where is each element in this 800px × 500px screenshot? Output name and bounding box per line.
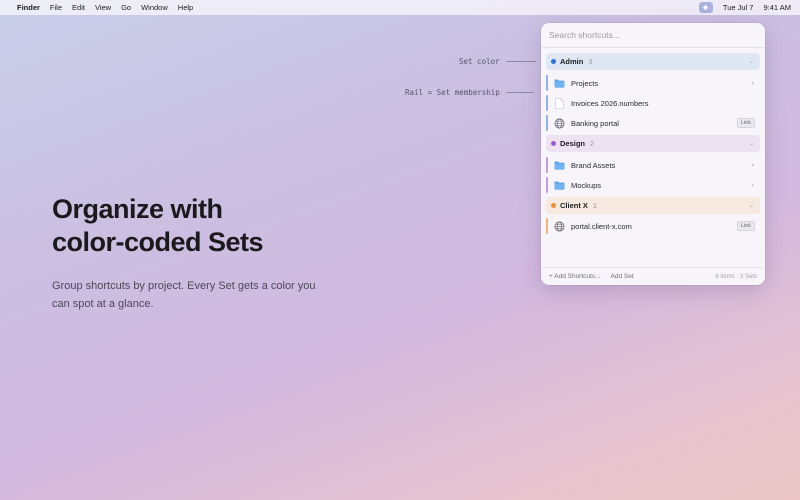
- set-count: 3: [588, 57, 593, 66]
- add-shortcuts-button[interactable]: + Add Shortcuts...: [549, 273, 601, 280]
- folder-icon: [554, 180, 565, 191]
- summary-count: 6 items · 3 Sets: [715, 273, 757, 280]
- menu-file[interactable]: File: [50, 3, 62, 12]
- menu-go[interactable]: Go: [121, 3, 131, 12]
- callout-set-color-label: Set color: [459, 57, 500, 66]
- hero-subtitle: Group shortcuts by project. Every Set ge…: [52, 280, 316, 310]
- set-color-dot-icon: [551, 203, 556, 208]
- chevron-down-icon[interactable]: ⌄: [749, 202, 754, 209]
- item-label: Mockups: [571, 180, 602, 190]
- list-item-client-portal[interactable]: portal.client-x.com Link: [546, 216, 760, 236]
- set-rail: [546, 218, 548, 234]
- link-badge: Link: [736, 118, 755, 128]
- set-rail: [546, 95, 548, 111]
- menu-app-finder[interactable]: Finder: [17, 3, 40, 12]
- folder-icon: [554, 78, 565, 89]
- menu-bar-menus: Finder File Edit View Go Window Help: [8, 3, 193, 12]
- menubar-date[interactable]: Tue Jul 7: [723, 3, 754, 12]
- shortcuts-status-icon[interactable]: [698, 2, 713, 13]
- set-header-admin[interactable]: Admin 3 ⌄: [546, 53, 760, 70]
- link-badge: Link: [736, 221, 755, 231]
- search-input[interactable]: [549, 28, 749, 42]
- shortcuts-popover: Admin 3 ⌄ Projects › Invoices 2026.numbe…: [541, 23, 765, 285]
- menu-view[interactable]: View: [95, 3, 111, 12]
- callout-rail: Rail = Set membership: [405, 88, 534, 97]
- set-header-client-x[interactable]: Client X 1 ⌄: [546, 197, 760, 214]
- menu-help[interactable]: Help: [178, 3, 193, 12]
- set-count: 2: [590, 139, 595, 148]
- globe-icon: [554, 221, 565, 232]
- list-item-banking-portal[interactable]: Banking portal Link: [546, 113, 760, 133]
- chevron-right-icon[interactable]: ›: [752, 182, 754, 189]
- set-name: Design: [560, 139, 586, 148]
- item-label: Brand Assets: [571, 160, 616, 170]
- folder-icon: [554, 160, 565, 171]
- set-name: Admin: [560, 57, 584, 66]
- set-rail: [546, 177, 548, 193]
- hero-title: Organize with color-coded Sets: [52, 193, 372, 259]
- chevron-right-icon[interactable]: ›: [752, 80, 754, 87]
- item-label: Banking portal: [571, 118, 619, 128]
- document-icon: [554, 97, 565, 109]
- chevron-down-icon[interactable]: ⌄: [749, 58, 754, 65]
- set-rail: [546, 75, 548, 91]
- add-set-button[interactable]: Add Set: [611, 273, 634, 280]
- menubar-time[interactable]: 9:41 AM: [763, 3, 791, 12]
- set-header-design[interactable]: Design 2 ⌄: [546, 135, 760, 152]
- popover-footer: + Add Shortcuts... Add Set 6 items · 3 S…: [541, 267, 765, 285]
- set-rail: [546, 115, 548, 131]
- list-item-mockups[interactable]: Mockups ›: [546, 175, 760, 195]
- item-label: portal.client-x.com: [571, 221, 632, 231]
- menu-bar: Finder File Edit View Go Window Help Tue…: [0, 0, 800, 15]
- chevron-right-icon[interactable]: ›: [752, 162, 754, 169]
- item-label: Invoices 2026.numbers: [571, 98, 649, 108]
- set-name: Client X: [560, 201, 588, 210]
- callout-set-color-line: [505, 61, 536, 62]
- set-rail: [546, 157, 548, 173]
- callout-set-color: Set color: [459, 57, 536, 66]
- list-item-invoices[interactable]: Invoices 2026.numbers: [546, 93, 760, 113]
- menu-window[interactable]: Window: [141, 3, 168, 12]
- item-label: Projects: [571, 78, 599, 88]
- set-color-dot-icon: [551, 141, 556, 146]
- list-item-projects[interactable]: Projects ›: [546, 73, 760, 93]
- callout-rail-line: [505, 92, 534, 93]
- set-color-dot-icon: [551, 59, 556, 64]
- callout-rail-label: Rail = Set membership: [405, 88, 500, 97]
- chevron-down-icon[interactable]: ⌄: [749, 140, 754, 147]
- list-item-brand-assets[interactable]: Brand Assets ›: [546, 155, 760, 175]
- set-count: 1: [592, 201, 598, 210]
- search-bar: [541, 23, 765, 48]
- globe-icon: [554, 118, 565, 129]
- hero-title-line-1: Organize with: [52, 194, 223, 224]
- hero-title-line-2: color-coded Sets: [52, 227, 264, 257]
- menu-edit[interactable]: Edit: [72, 3, 85, 12]
